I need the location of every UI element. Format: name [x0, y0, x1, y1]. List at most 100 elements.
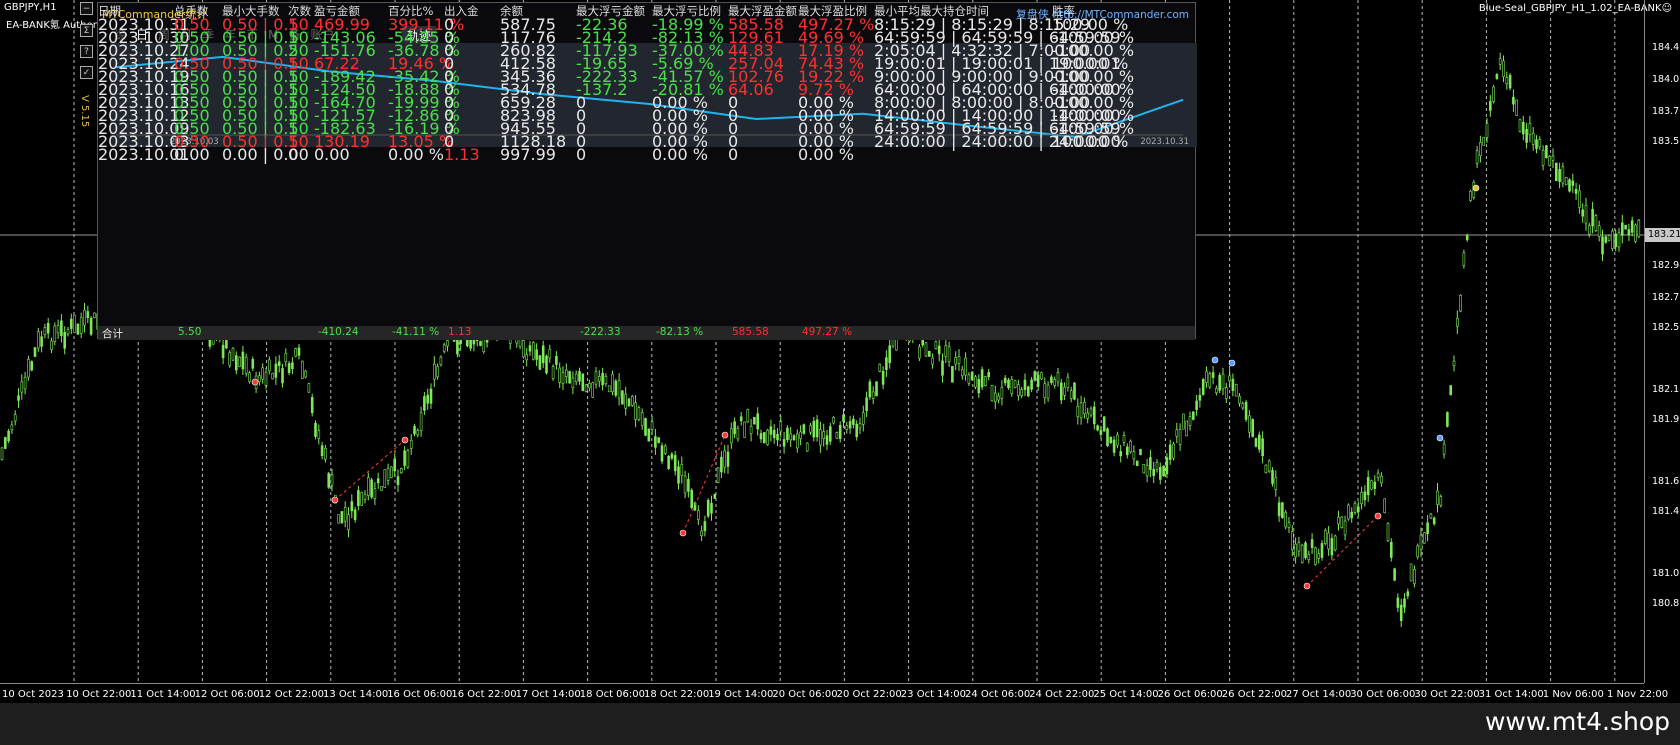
candle-body: [789, 433, 793, 441]
candle-body: [1403, 598, 1406, 608]
candle-body: [294, 348, 298, 357]
candle-body: [1426, 522, 1429, 535]
candle-body: [1073, 382, 1076, 400]
candle-body: [1208, 373, 1212, 388]
candle-body: [1604, 236, 1608, 243]
price-axis[interactable]: [1644, 0, 1680, 683]
candle-body: [1561, 166, 1565, 184]
candle-body: [683, 475, 687, 494]
table-cell: 0: [288, 145, 299, 164]
candle-body: [1020, 389, 1024, 396]
candle-body: [436, 366, 439, 378]
candle-body: [1211, 372, 1215, 378]
candle-body: [677, 466, 680, 484]
candle-body: [1271, 470, 1274, 484]
candle-body: [1129, 440, 1132, 453]
candle-body: [551, 366, 555, 379]
candle-body: [974, 376, 977, 388]
candle-body: [654, 436, 657, 448]
candle-body: [584, 384, 588, 392]
candle-body: [284, 353, 288, 362]
candle-body: [1102, 416, 1106, 432]
table-cell: 997.99: [500, 145, 556, 164]
candle-body: [1406, 591, 1410, 597]
help-button[interactable]: ?: [80, 45, 93, 58]
candle-body: [746, 409, 750, 423]
candle-body: [574, 373, 578, 382]
candle-body: [812, 420, 816, 438]
candle-body: [1248, 415, 1251, 433]
candle-body: [83, 309, 86, 326]
candle-body: [960, 369, 964, 377]
candle-body: [1050, 376, 1053, 383]
candle-body: [1535, 139, 1538, 149]
candle-body: [997, 395, 1000, 401]
candle-body: [370, 479, 373, 498]
check-button[interactable]: ✓: [80, 66, 93, 79]
candle-body: [30, 361, 34, 371]
candle-body: [1436, 490, 1439, 505]
candle-body: [327, 473, 331, 488]
trade-marker: [1472, 184, 1480, 192]
candle-body: [855, 423, 859, 438]
candle-body: [1304, 542, 1307, 559]
candle-body: [868, 381, 872, 398]
candle-body: [531, 342, 535, 360]
candle-body: [1010, 378, 1014, 394]
candle-body: [736, 428, 740, 440]
candle-body: [1017, 384, 1020, 397]
total-cell: -82.13 %: [656, 326, 704, 338]
candle-body: [33, 347, 37, 357]
time-tick-label: 23 Oct 14:00: [900, 689, 966, 700]
candle-body: [264, 371, 268, 386]
candle-body: [307, 383, 311, 393]
candle-body: [300, 360, 304, 379]
candle-body: [597, 376, 601, 382]
candle-body: [1116, 434, 1119, 446]
candle-body: [581, 373, 585, 392]
candle-body: [861, 412, 865, 425]
candle-body: [1228, 375, 1231, 382]
candle-body: [1327, 532, 1330, 550]
time-tick-label: 18 Oct 06:00: [579, 689, 645, 700]
sigma-button[interactable]: Σ: [80, 24, 93, 37]
candle-body: [251, 359, 255, 369]
candle-body: [594, 371, 598, 385]
candle-body: [1165, 457, 1169, 475]
candle-body: [267, 359, 271, 372]
candle-body: [1479, 142, 1482, 157]
time-tick-label: 20 Oct 06:00: [772, 689, 838, 700]
candle-body: [1594, 215, 1598, 231]
candle-body: [1353, 503, 1357, 513]
candle-body: [1482, 136, 1485, 146]
candle-body: [759, 433, 763, 440]
time-tick-label: 1 Nov 06:00: [1542, 689, 1604, 700]
time-tick-label: 26 Oct 06:00: [1157, 689, 1223, 700]
candle-body: [1284, 511, 1287, 528]
candle-body: [1558, 169, 1561, 182]
candle-body: [634, 402, 637, 420]
candle-body: [723, 450, 727, 468]
candle-body: [822, 431, 826, 439]
candle-body: [630, 396, 634, 406]
candle-body: [970, 371, 974, 381]
candle-body: [1063, 386, 1066, 396]
time-tick-label: 30 Oct 06:00: [1350, 689, 1416, 700]
candle-body: [287, 363, 291, 373]
candle-body: [360, 492, 364, 506]
candle-body: [413, 426, 416, 435]
candle-body: [967, 374, 971, 384]
candle-body: [241, 351, 245, 370]
candle-body: [1264, 464, 1268, 474]
candle-body: [1198, 394, 1202, 401]
minimize-button[interactable]: −: [80, 2, 93, 15]
candle-body: [1409, 563, 1413, 582]
time-tick-label: 25 Oct 14:00: [1093, 689, 1159, 700]
table-cell: 0.00 %: [798, 145, 854, 164]
candle-body: [310, 397, 314, 414]
candle-body: [1152, 468, 1155, 476]
table-cell: 0.00 %: [388, 145, 444, 164]
symbol-label: GBPJPY,H1: [4, 2, 57, 13]
candle-body: [799, 431, 802, 439]
candle-body: [238, 356, 241, 367]
